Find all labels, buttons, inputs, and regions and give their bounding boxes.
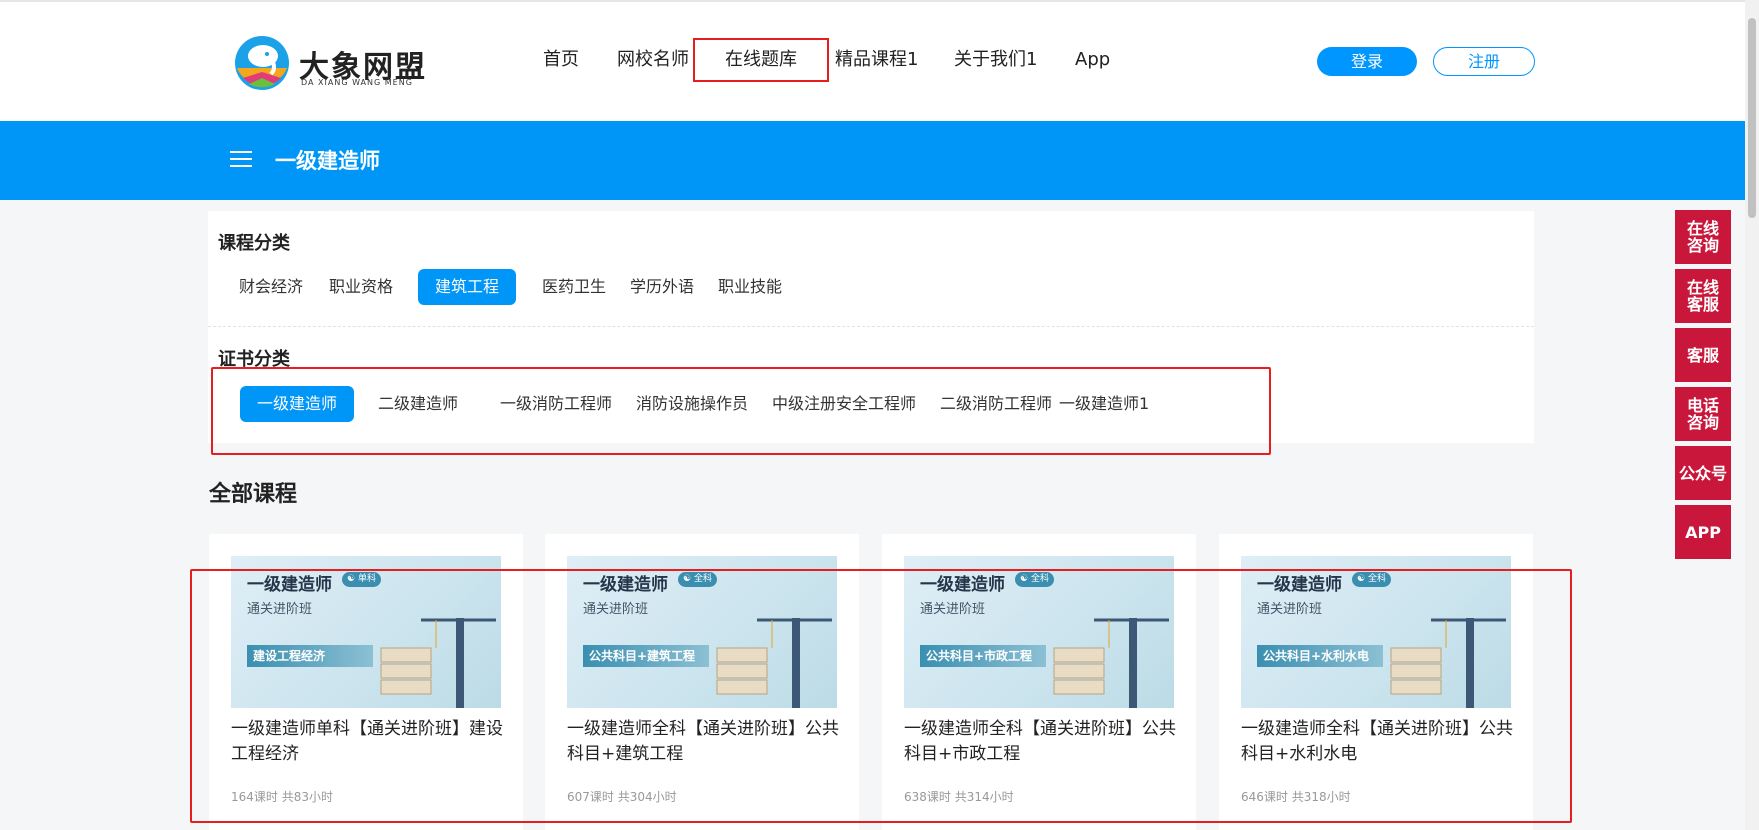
banner-title: 一级建造师 [275, 149, 380, 173]
course-category-option[interactable]: 职业技能 [701, 269, 799, 305]
side-customer-service[interactable]: 客服 [1675, 328, 1731, 382]
course-category-option[interactable]: 医药卫生 [525, 269, 623, 305]
nav-item-question-bank[interactable]: 在线题库 [693, 38, 829, 82]
course-category-option[interactable]: 财会经济 [222, 269, 320, 305]
category-banner: 一级建造师 [0, 121, 1745, 200]
course-category-option[interactable]: 学历外语 [613, 269, 711, 305]
side-app[interactable]: APP [1675, 505, 1731, 559]
course-category-option[interactable]: 职业资格 [312, 269, 410, 305]
nav-item-home[interactable]: 首页 [543, 40, 579, 80]
panel-divider [208, 326, 1534, 327]
nav-item-app[interactable]: App [1075, 40, 1110, 80]
courses-highlight-box [190, 569, 1572, 823]
course-category-title: 课程分类 [218, 233, 290, 254]
brand-subtitle: DA XIANG WANG MENG [301, 78, 413, 87]
side-official-account[interactable]: 公众号 [1675, 446, 1731, 500]
nav-item-teachers[interactable]: 网校名师 [617, 40, 689, 80]
hamburger-menu-icon[interactable] [230, 151, 252, 167]
brand-logo[interactable]: 大象网盟 DA XIANG WANG MENG [233, 34, 433, 94]
elephant-logo-icon [235, 36, 289, 90]
course-category-option-selected[interactable]: 建筑工程 [418, 269, 517, 305]
site-header: 大象网盟 DA XIANG WANG MENG 首页 网校名师 在线题库 精品课… [0, 2, 1745, 121]
nav-item-about-us[interactable]: 关于我们1 [954, 40, 1037, 80]
all-courses-title: 全部课程 [209, 482, 298, 507]
side-online-service[interactable]: 在线 客服 [1675, 269, 1731, 323]
nav-item-premium-courses[interactable]: 精品课程1 [835, 40, 918, 80]
side-phone-consult[interactable]: 电话 咨询 [1675, 387, 1731, 441]
side-online-consult[interactable]: 在线 咨询 [1675, 210, 1731, 264]
certificate-highlight-box [211, 367, 1271, 455]
register-button[interactable]: 注册 [1433, 47, 1535, 76]
scrollbar-thumb[interactable] [1748, 18, 1756, 218]
login-button[interactable]: 登录 [1317, 47, 1417, 76]
